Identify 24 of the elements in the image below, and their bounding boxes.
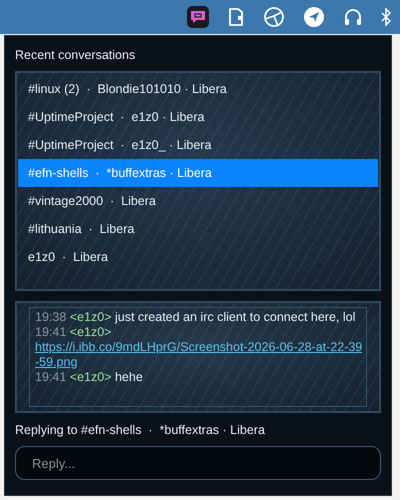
chat-app-icon[interactable] — [187, 6, 209, 28]
globe-icon[interactable] — [263, 6, 285, 28]
conversation-item[interactable]: #vintage2000 · Libera — [18, 187, 378, 215]
message-text: hehe — [114, 370, 143, 384]
conversation-item[interactable]: #lithuania · Libera — [18, 215, 378, 243]
conversation-item[interactable]: #linux (2) · Blondie101010 · Libera — [18, 75, 378, 103]
conversation-item[interactable]: #UptimeProject · e1z0 · Libera — [18, 103, 378, 131]
message-text: just created an irc client to connect here, lol — [114, 310, 356, 324]
conversation-item[interactable]: e1z0 · Libera — [18, 243, 378, 271]
reply-field[interactable]: Reply... — [15, 446, 381, 480]
message-time: 19:41 — [35, 370, 66, 384]
message-nick: <e1z0> — [70, 370, 112, 384]
message-time: 19:41 — [35, 325, 66, 339]
message-time: 19:38 — [35, 310, 66, 324]
replying-to-label: Replying to #efn-shells · *buffextras · Libera — [15, 423, 265, 437]
conversation-item[interactable]: #efn-shells · *buffextras · Libera — [18, 159, 378, 187]
send-icon[interactable] — [303, 6, 325, 28]
panel-title: Recent conversations — [15, 48, 136, 62]
conversation-item[interactable]: #UptimeProject · e1z0_ · Libera — [18, 131, 378, 159]
message-nick: <e1z0> — [70, 310, 112, 324]
bluetooth-icon[interactable] — [381, 8, 391, 26]
message-link[interactable]: https://i.ibb.co/9mdLHprG/Screenshot-2026-06-28-at-22-39-59.png — [35, 340, 366, 370]
headphones-icon[interactable] — [343, 7, 363, 27]
message-nick: <e1z0> — [70, 325, 112, 339]
